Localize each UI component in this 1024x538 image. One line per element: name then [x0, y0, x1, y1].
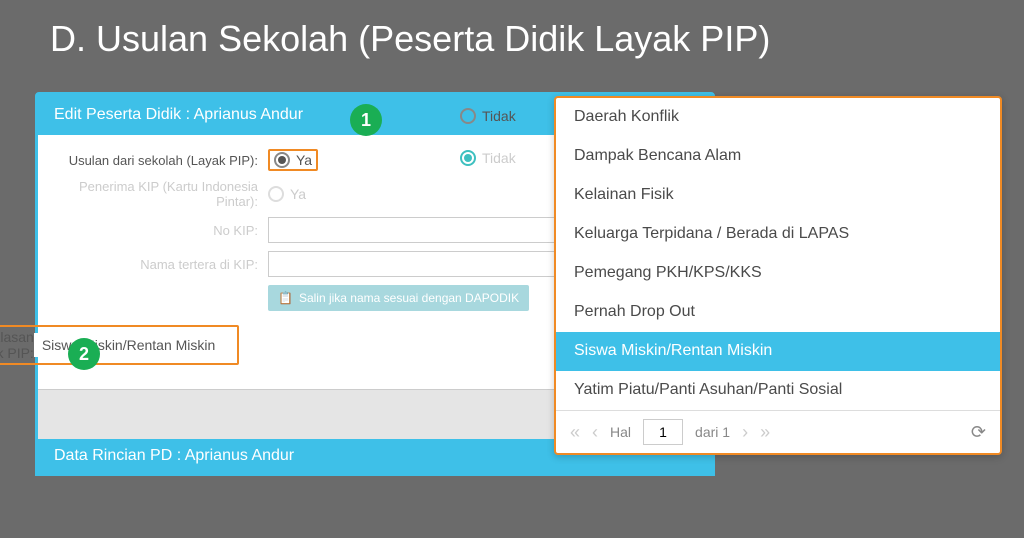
radio-penerima-ya-label: Ya: [290, 186, 306, 202]
highlight-alasan: Alasan layak PIP:: [0, 325, 239, 365]
pager-page-input[interactable]: [643, 419, 683, 445]
copy-icon: 📋: [278, 291, 293, 305]
alasan-label: Alasan layak PIP:: [0, 329, 34, 361]
dropdown-item[interactable]: Yatim Piatu/Panti Asuhan/Panti Sosial: [556, 371, 1000, 410]
radio-penerima-ya: [268, 186, 284, 202]
no-kip-label: No KIP:: [58, 223, 268, 238]
dropdown-item[interactable]: Kelainan Fisik: [556, 176, 1000, 215]
pager-next-icon[interactable]: ›: [742, 422, 748, 443]
pager-last-icon[interactable]: »: [760, 422, 770, 443]
pager-first-icon[interactable]: «: [570, 422, 580, 443]
dropdown-item[interactable]: Siswa Miskin/Rentan Miskin: [556, 332, 1000, 371]
panel-header-title: Edit Peserta Didik : Aprianus Andur: [54, 106, 303, 124]
dropdown-item[interactable]: Dampak Bencana Alam: [556, 137, 1000, 176]
radio-tidak[interactable]: [460, 108, 476, 124]
alasan-input[interactable]: [34, 333, 231, 357]
dropdown-list: Daerah KonflikDampak Bencana AlamKelaina…: [556, 98, 1000, 410]
highlight-ya: Ya: [268, 149, 318, 171]
copy-name-button[interactable]: 📋 Salin jika nama sesuai dengan DAPODIK: [268, 285, 529, 311]
step-badge-1: 1: [350, 104, 382, 136]
step-badge-2: 2: [68, 338, 100, 370]
radio-ya-label: Ya: [296, 152, 312, 168]
alasan-dropdown: Daerah KonflikDampak Bencana AlamKelaina…: [554, 96, 1002, 455]
penerima-label: Penerima KIP (Kartu Indonesia Pintar):: [58, 179, 268, 209]
refresh-icon[interactable]: ⟳: [971, 422, 986, 443]
radio-ya[interactable]: [274, 152, 290, 168]
page-title: D. Usulan Sekolah (Peserta Didik Layak P…: [0, 0, 1024, 74]
dropdown-pager: « ‹ Hal dari 1 › » ⟳: [556, 410, 1000, 453]
copy-button-label: Salin jika nama sesuai dengan DAPODIK: [299, 291, 519, 305]
pager-dari-label: dari 1: [695, 424, 730, 440]
dropdown-item[interactable]: Pernah Drop Out: [556, 293, 1000, 332]
pager-hal-label: Hal: [610, 424, 631, 440]
nama-kip-label: Nama tertera di KIP:: [58, 257, 268, 272]
dropdown-item[interactable]: Daerah Konflik: [556, 98, 1000, 137]
radio-penerima-tidak-label: Tidak: [482, 150, 516, 166]
radio-tidak-label: Tidak: [482, 108, 516, 124]
radio-penerima-tidak: [460, 150, 476, 166]
usulan-label: Usulan dari sekolah (Layak PIP):: [58, 153, 268, 168]
pager-prev-icon[interactable]: ‹: [592, 422, 598, 443]
dropdown-item[interactable]: Pemegang PKH/KPS/KKS: [556, 254, 1000, 293]
dropdown-item[interactable]: Keluarga Terpidana / Berada di LAPAS: [556, 215, 1000, 254]
